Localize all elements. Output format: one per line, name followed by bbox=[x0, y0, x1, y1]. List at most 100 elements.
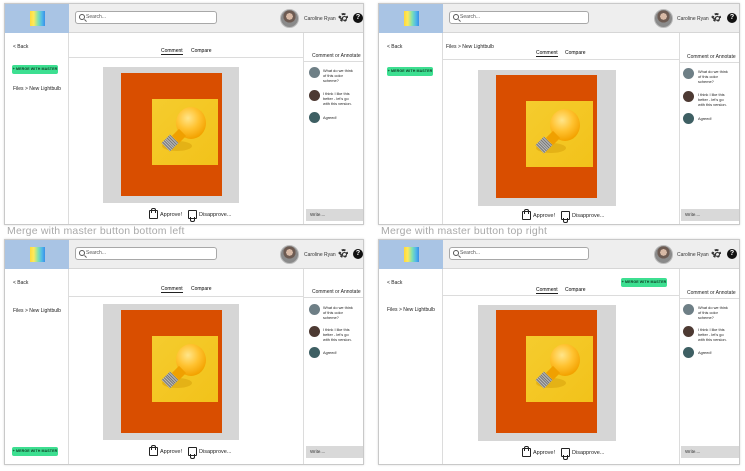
gear-icon[interactable] bbox=[712, 13, 721, 22]
user-avatar[interactable] bbox=[280, 245, 299, 264]
panel-divider bbox=[304, 297, 363, 298]
tabs-divider bbox=[69, 57, 303, 58]
disapprove-button[interactable]: Disapprove... bbox=[188, 210, 231, 222]
left-sidebar: < Back Files > New Lightbulb bbox=[379, 269, 443, 464]
logo-mark-icon bbox=[404, 247, 419, 262]
tab-compare[interactable]: Compare bbox=[191, 286, 212, 292]
help-icon[interactable]: ? bbox=[353, 13, 363, 23]
comment-text: What do we think of this color scheme? bbox=[698, 69, 728, 84]
merge-with-master-button[interactable]: + MERGE WITH MASTER bbox=[387, 67, 433, 76]
search-input[interactable]: Search... bbox=[449, 11, 589, 24]
user-name: Caroline Ryan bbox=[304, 16, 336, 22]
comment-text: I think I like this better - let's go wi… bbox=[323, 327, 352, 342]
search-input[interactable]: Search... bbox=[75, 247, 217, 260]
caption-top-right: Merge with master button top right bbox=[381, 225, 548, 237]
tab-compare[interactable]: Compare bbox=[191, 48, 212, 54]
top-bar: Search... Caroline Ryan ? bbox=[5, 4, 363, 33]
comments-panel: Comment or Annotate What do we think of … bbox=[303, 33, 363, 224]
user-name: Caroline Ryan bbox=[304, 252, 336, 258]
left-sidebar: < Back Files > New Lightbulb + MERGE WIT… bbox=[5, 269, 69, 464]
disapprove-button[interactable]: Disapprove... bbox=[188, 447, 232, 459]
avatar bbox=[309, 326, 320, 337]
help-icon[interactable]: ? bbox=[353, 249, 363, 259]
disapprove-label: Disapprove... bbox=[572, 449, 605, 456]
merge-with-master-button[interactable]: + MERGE WITH MASTER bbox=[12, 447, 58, 456]
avatar bbox=[683, 68, 694, 79]
approve-button[interactable]: Approve! bbox=[522, 446, 556, 457]
left-sidebar: < Back + MERGE WITH MASTER bbox=[379, 33, 443, 224]
search-icon bbox=[453, 250, 459, 256]
mockup-board: Merge with master button bottom left Mer… bbox=[0, 0, 745, 471]
back-link[interactable]: < Back bbox=[13, 44, 28, 50]
approve-label: Approve! bbox=[160, 448, 183, 455]
breadcrumb[interactable]: Files > New Lightbulb bbox=[13, 308, 61, 314]
logo[interactable] bbox=[379, 4, 443, 33]
thumbs-down-icon bbox=[188, 447, 197, 459]
gear-icon[interactable] bbox=[712, 249, 721, 258]
comment-input[interactable]: Write.... bbox=[306, 209, 363, 221]
search-input[interactable]: Search... bbox=[75, 11, 217, 24]
logo[interactable] bbox=[5, 240, 69, 269]
tab-compare[interactable]: Compare bbox=[565, 50, 586, 56]
breadcrumb[interactable]: Files > New Lightbulb bbox=[13, 86, 61, 92]
thumbs-up-icon bbox=[149, 445, 158, 456]
panel-divider bbox=[680, 298, 739, 299]
disapprove-label: Disapprove... bbox=[199, 448, 232, 455]
merge-with-master-button[interactable]: + MERGE WITH MASTER bbox=[12, 65, 58, 74]
user-menu[interactable]: Caroline Ryan bbox=[304, 250, 344, 258]
approve-button[interactable]: Approve! bbox=[149, 445, 183, 456]
user-name: Caroline Ryan bbox=[677, 16, 709, 22]
logo-mark-icon bbox=[30, 11, 45, 26]
thumbs-down-icon bbox=[188, 210, 197, 222]
user-avatar[interactable] bbox=[654, 9, 673, 28]
avatar bbox=[683, 304, 694, 315]
tab-comment[interactable]: Comment bbox=[536, 50, 558, 57]
user-menu[interactable]: Caroline Ryan bbox=[677, 250, 717, 258]
tab-comment[interactable]: Comment bbox=[536, 287, 558, 294]
breadcrumb[interactable]: Files > New Lightbulb bbox=[387, 307, 435, 313]
breadcrumb[interactable]: Files > New Lightbulb bbox=[446, 44, 494, 50]
comment-text: Agreed! bbox=[698, 116, 712, 121]
avatar bbox=[309, 90, 320, 101]
user-avatar[interactable] bbox=[654, 245, 673, 264]
gear-icon[interactable] bbox=[339, 249, 348, 258]
back-link[interactable]: < Back bbox=[387, 44, 402, 50]
tab-comment[interactable]: Comment bbox=[161, 48, 183, 55]
back-link[interactable]: < Back bbox=[387, 280, 402, 286]
logo[interactable] bbox=[379, 240, 443, 269]
top-bar: Search... Caroline Ryan ? bbox=[5, 240, 363, 269]
gear-icon[interactable] bbox=[339, 13, 348, 22]
comments-panel: Comment or Annotate What do we think of … bbox=[303, 269, 363, 464]
comments-title: Comment or Annotate bbox=[312, 53, 361, 59]
back-link[interactable]: < Back bbox=[13, 280, 28, 286]
disapprove-button[interactable]: Disapprove... bbox=[561, 211, 604, 223]
approve-button[interactable]: Approve! bbox=[149, 208, 182, 219]
avatar bbox=[309, 112, 320, 123]
search-placeholder: Search... bbox=[86, 250, 107, 256]
logo[interactable] bbox=[5, 4, 69, 33]
user-menu[interactable]: Caroline Ryan bbox=[677, 14, 717, 22]
help-icon[interactable]: ? bbox=[727, 249, 737, 259]
tab-comment[interactable]: Comment bbox=[161, 286, 183, 293]
comment-input[interactable]: Write.... bbox=[681, 446, 739, 458]
search-placeholder: Search... bbox=[460, 14, 481, 20]
comment-input[interactable]: Write.... bbox=[681, 209, 739, 221]
approve-label: Approve! bbox=[533, 449, 556, 456]
search-input[interactable]: Search... bbox=[449, 247, 589, 260]
avatar bbox=[309, 304, 320, 315]
user-avatar[interactable] bbox=[280, 9, 299, 28]
frame-variant-4: Search... Caroline Ryan ? < Back Files >… bbox=[378, 239, 740, 465]
comment-text: What do we think of this color scheme? bbox=[323, 68, 353, 83]
help-icon[interactable]: ? bbox=[727, 13, 737, 23]
comment-text: What do we think of this color scheme? bbox=[323, 305, 353, 320]
frame-variant-2: Search... Caroline Ryan ? < Back + MERGE… bbox=[378, 3, 740, 225]
tab-compare[interactable]: Compare bbox=[565, 287, 586, 293]
approve-button[interactable]: Approve! bbox=[522, 209, 555, 220]
comment-text: I think I like this better - let's go wi… bbox=[698, 327, 727, 342]
frame-variant-1: Search... Caroline Ryan ? < Back + MERGE… bbox=[4, 3, 364, 225]
disapprove-button[interactable]: Disapprove... bbox=[561, 448, 605, 460]
avatar bbox=[683, 113, 694, 124]
merge-with-master-button[interactable]: + MERGE WITH MASTER bbox=[621, 278, 667, 287]
comment-input[interactable]: Write.... bbox=[306, 446, 363, 458]
user-menu[interactable]: Caroline Ryan bbox=[304, 14, 344, 22]
